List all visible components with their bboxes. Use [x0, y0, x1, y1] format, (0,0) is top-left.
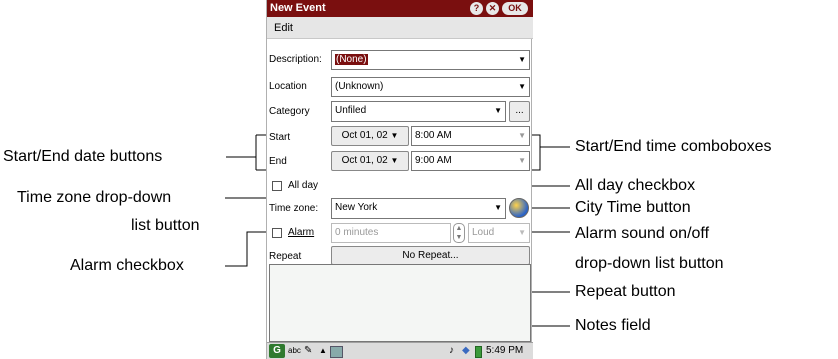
callout-timezone-1: Time zone drop-down — [17, 189, 172, 206]
callout-repeat: Repeat button — [575, 283, 676, 300]
ok-button[interactable]: OK — [502, 2, 528, 15]
description-value: (None) — [335, 54, 368, 65]
chevron-down-icon: ▼ — [390, 131, 399, 140]
alarm-checkbox[interactable] — [272, 228, 282, 238]
window-title: New Event — [270, 2, 326, 14]
callout-alarm-checkbox: Alarm checkbox — [70, 257, 184, 274]
close-icon[interactable]: ✕ — [486, 2, 499, 15]
help-icon[interactable]: ? — [470, 2, 483, 15]
title-bar: New Event ? ✕ OK — [267, 0, 533, 17]
menu-bar: Edit — [267, 17, 533, 39]
callout-city-time: City Time button — [575, 199, 691, 216]
menu-edit[interactable]: Edit — [274, 22, 293, 34]
clock: 5:49 PM — [486, 345, 524, 356]
location-label: Location — [269, 81, 307, 92]
timezone-value: New York — [335, 202, 378, 213]
end-date-button[interactable]: Oct 01, 02 ▼ — [331, 151, 409, 171]
network-icon[interactable]: ◆ — [462, 343, 470, 359]
launcher-icon[interactable]: G — [269, 344, 285, 358]
pen-icon[interactable]: ✎ — [304, 343, 312, 359]
callout-start-end-date: Start/End date buttons — [3, 148, 163, 165]
repeat-label: Repeat — [269, 251, 302, 262]
category-more-button[interactable]: ... — [509, 101, 530, 122]
caret-up-icon[interactable]: ▲ — [319, 343, 327, 359]
end-time-combobox[interactable]: 9:00 AM ▼ — [411, 151, 530, 171]
chevron-down-icon: ▼ — [518, 156, 526, 165]
chevron-down-icon: ▼ — [494, 203, 502, 212]
alarm-stepper[interactable]: ▲ ▼ — [453, 223, 465, 243]
callout-timezone-2: list button — [131, 217, 200, 234]
location-dropdown[interactable]: (Unknown) ▼ — [331, 77, 530, 97]
callout-notes: Notes field — [575, 317, 651, 334]
callout-alarm-sound-2: drop-down list button — [575, 255, 724, 272]
device-screen: New Event ? ✕ OK Edit Description: (None… — [266, 0, 533, 359]
chevron-down-icon: ▼ — [518, 55, 526, 64]
category-label: Category — [269, 106, 310, 117]
alarm-value: 0 minutes — [335, 227, 379, 238]
chevron-down-icon: ▼ — [518, 82, 526, 91]
repeat-button[interactable]: No Repeat... — [331, 246, 530, 265]
start-date-value: Oct 01, 02 — [341, 130, 388, 141]
callout-allday: All day checkbox — [575, 177, 696, 194]
end-label: End — [269, 156, 287, 167]
notes-field[interactable] — [269, 264, 531, 342]
start-time-combobox[interactable]: 8:00 AM ▼ — [411, 126, 530, 146]
chevron-down-icon: ▼ — [494, 106, 502, 115]
end-time-value: 9:00 AM — [415, 155, 452, 166]
alarm-sound-dropdown[interactable]: Loud ▼ — [468, 223, 530, 243]
allday-checkbox[interactable] — [272, 181, 282, 191]
location-value: (Unknown) — [335, 81, 384, 92]
end-date-value: Oct 01, 02 — [341, 155, 388, 166]
globe-icon[interactable] — [509, 198, 529, 218]
alarm-minutes-field[interactable]: 0 minutes — [331, 223, 451, 243]
timezone-label: Time zone: — [269, 203, 319, 214]
chevron-down-icon: ▼ — [518, 131, 526, 140]
callout-start-end-time: Start/End time comboboxes — [575, 138, 772, 155]
chevron-down-icon: ▼ — [390, 156, 399, 165]
taskbar: G abc ✎ ▲ ♪ ◆ 5:49 PM — [267, 342, 533, 359]
speaker-icon[interactable]: ♪ — [449, 343, 454, 359]
allday-label: All day — [288, 180, 319, 191]
alarm-sound-value: Loud — [472, 227, 495, 238]
description-label: Description: — [269, 54, 322, 65]
category-value: Unfiled — [335, 105, 367, 116]
battery-icon[interactable] — [475, 346, 482, 358]
chevron-down-icon: ▼ — [518, 228, 526, 237]
callout-alarm-sound-1: Alarm sound on/off — [575, 225, 710, 242]
start-label: Start — [269, 132, 291, 143]
keyboard-icon[interactable] — [330, 346, 343, 358]
category-dropdown[interactable]: Unfiled ▼ — [331, 101, 506, 122]
timezone-dropdown[interactable]: New York ▼ — [331, 198, 506, 219]
input-mode[interactable]: abc — [288, 343, 301, 359]
description-dropdown[interactable]: (None) ▼ — [331, 50, 530, 70]
start-date-button[interactable]: Oct 01, 02 ▼ — [331, 126, 409, 146]
alarm-label: Alarm — [288, 227, 315, 238]
start-time-value: 8:00 AM — [415, 130, 452, 141]
